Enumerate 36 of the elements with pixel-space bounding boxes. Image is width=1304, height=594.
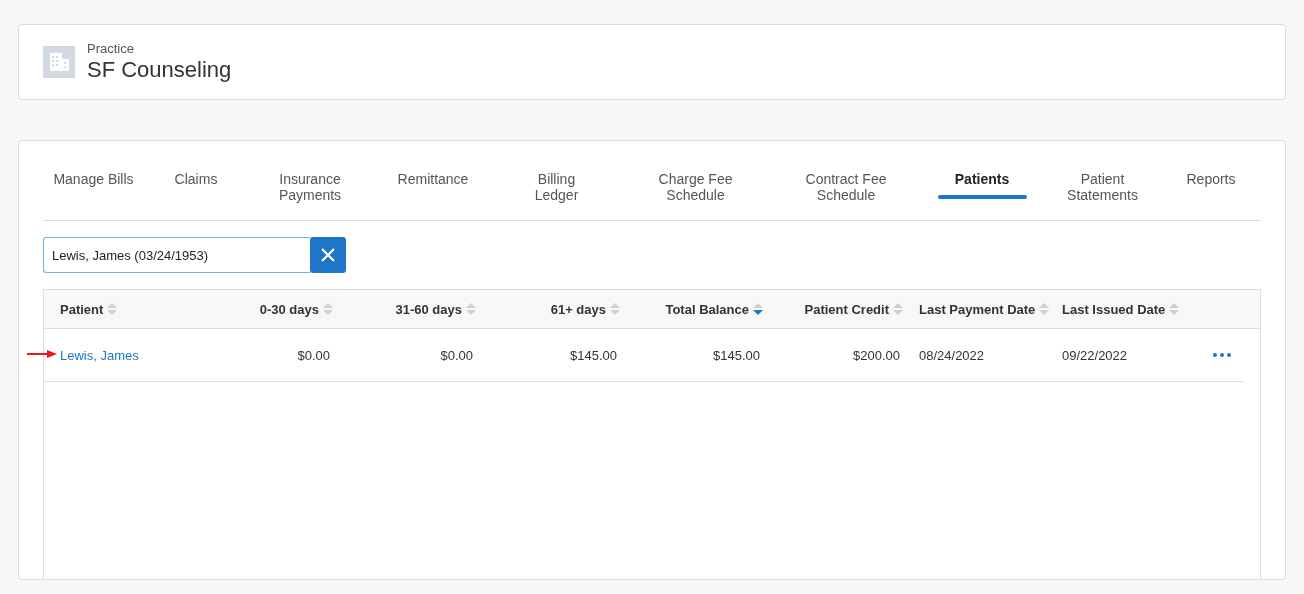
nav-tab[interactable]: Patients — [920, 141, 1044, 220]
table-cell-text: $200.00 — [852, 347, 901, 363]
column-header[interactable]: Last Payment Date — [919, 301, 1036, 317]
clear-button[interactable] — [310, 237, 346, 273]
table-cell-text: $145.00 — [712, 347, 761, 363]
table-cell-text: 08/24/2022 — [918, 347, 986, 363]
column-header[interactable]: Patient Credit — [804, 301, 889, 317]
close-icon — [321, 248, 335, 262]
patient-link[interactable]: Lewis, James — [44, 347, 200, 363]
header-label: Practice — [87, 41, 135, 56]
table-cell-text: $145.00 — [569, 347, 618, 363]
nav-tab[interactable]: Manage Bills — [43, 141, 144, 220]
nav-tab[interactable]: Contract Fee Schedule — [772, 141, 920, 220]
table-cell-text: 09/22/2022 — [1061, 347, 1129, 363]
patient-search-field[interactable]: Lewis, James (03/24/1953) — [43, 237, 310, 273]
building-icon — [43, 46, 75, 78]
practice-title: SF Counseling — [87, 57, 232, 83]
column-header[interactable]: 0-30 days — [259, 301, 319, 317]
nav-tab[interactable]: Billing Ledger — [494, 141, 619, 220]
nav-tab[interactable]: Remittance — [372, 141, 494, 220]
more-button[interactable] — [1212, 353, 1231, 357]
nav-tab[interactable]: Patient Statements — [1044, 141, 1161, 220]
pointer-arrow — [27, 350, 57, 358]
column-header[interactable]: 31-60 days — [395, 301, 462, 317]
nav-tab[interactable]: Reports — [1161, 141, 1261, 220]
table-cell-text: $0.00 — [296, 347, 331, 363]
nav-tab[interactable]: Charge Fee Schedule — [619, 141, 772, 220]
column-header[interactable]: Patient — [60, 301, 104, 317]
nav-tab[interactable]: Insurance Payments — [248, 141, 372, 220]
column-header[interactable]: 61+ days — [550, 301, 606, 317]
nav-tab[interactable]: Claims — [144, 141, 248, 220]
column-header[interactable]: Total Balance — [665, 301, 749, 317]
table-cell-text: $0.00 — [439, 347, 474, 363]
sort-icon[interactable] — [753, 302, 763, 316]
column-header[interactable]: Last Issued Date — [1062, 301, 1166, 317]
more-icon — [1212, 353, 1231, 357]
